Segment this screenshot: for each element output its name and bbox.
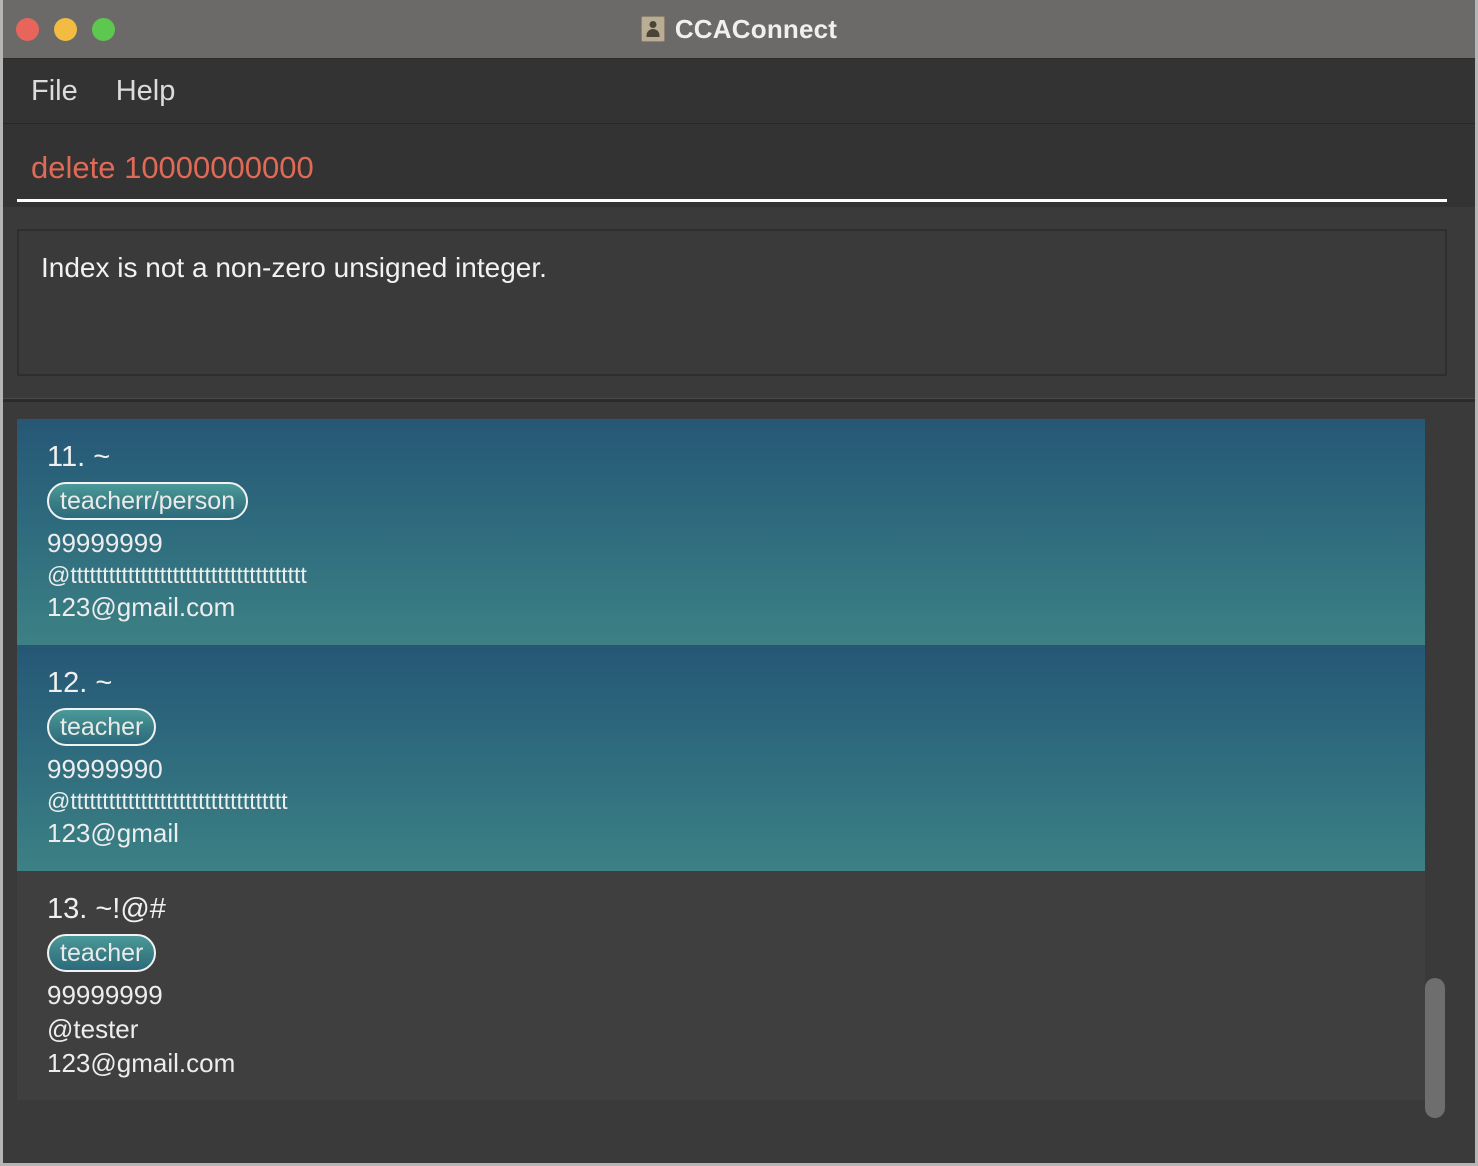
person-phone: 99999999: [47, 980, 163, 1010]
maximize-button[interactable]: [92, 17, 115, 41]
tag-row: teacher: [47, 933, 1425, 973]
command-input-area: delete 10000000000: [3, 124, 1475, 207]
person-title: 11. ~: [47, 441, 111, 473]
app-window: CCAConnect File Help delete 10000000000 …: [0, 0, 1478, 1166]
result-message: Index is not a non-zero unsigned integer…: [41, 252, 547, 283]
list-item[interactable]: 12. ~ teacher 99999990 @tttttttttttttttt…: [17, 644, 1425, 871]
person-email: 123@gmail.com: [47, 592, 236, 623]
person-list[interactable]: 11. ~ teacherr/person 99999999 @tttttttt…: [17, 419, 1425, 1108]
list-item[interactable]: 13. ~!@# teacher 99999999 @tester 123@gm…: [17, 870, 1425, 1101]
scrollbar-track[interactable]: [1425, 17, 1447, 1128]
minimize-button[interactable]: [54, 17, 77, 41]
person-title: 12. ~: [47, 666, 113, 699]
person-tag: teacherr/person: [47, 482, 249, 521]
menu-bar: File Help: [3, 59, 1475, 124]
tag-row: teacher: [47, 707, 1425, 747]
window-bottom-strip: [3, 1129, 1475, 1163]
person-tag: teacher: [47, 708, 157, 747]
person-handle: @ttttttttttttttttttttttttttttttttttttt: [47, 562, 307, 589]
tag-row: teacherr/person: [47, 481, 1425, 521]
list-item[interactable]: 11. ~ teacherr/person 99999999 @tttttttt…: [17, 419, 1425, 645]
result-display-area: Index is not a non-zero unsigned integer…: [3, 207, 1475, 398]
person-list-region: 11. ~ teacherr/person 99999999 @tttttttt…: [3, 402, 1475, 1144]
person-phone: 99999990: [47, 754, 163, 785]
title-bar: CCAConnect: [3, 0, 1475, 59]
person-tag: teacher: [47, 934, 157, 972]
person-email: 123@gmail.com: [47, 1047, 236, 1078]
person-title: 13. ~!@#: [47, 892, 166, 925]
menu-item-file[interactable]: File: [31, 76, 78, 106]
command-input[interactable]: delete 10000000000: [31, 152, 1447, 183]
window-title: CCAConnect: [674, 13, 838, 44]
person-email: 123@gmail: [47, 817, 179, 848]
menu-item-help[interactable]: Help: [116, 76, 176, 106]
result-display-box: Index is not a non-zero unsigned integer…: [17, 229, 1447, 376]
person-handle: @tester: [47, 1013, 139, 1044]
scrollbar-thumb[interactable]: [1425, 978, 1445, 1118]
title-container: CCAConnect: [3, 0, 1475, 58]
close-button[interactable]: [16, 17, 39, 41]
address-book-person-icon: [640, 16, 665, 42]
window-controls: [16, 17, 115, 41]
person-phone: 99999999: [47, 528, 163, 559]
command-input-underline: [17, 199, 1447, 202]
person-handle: @tttttttttttttttttttttttttttttttttt: [47, 787, 288, 814]
